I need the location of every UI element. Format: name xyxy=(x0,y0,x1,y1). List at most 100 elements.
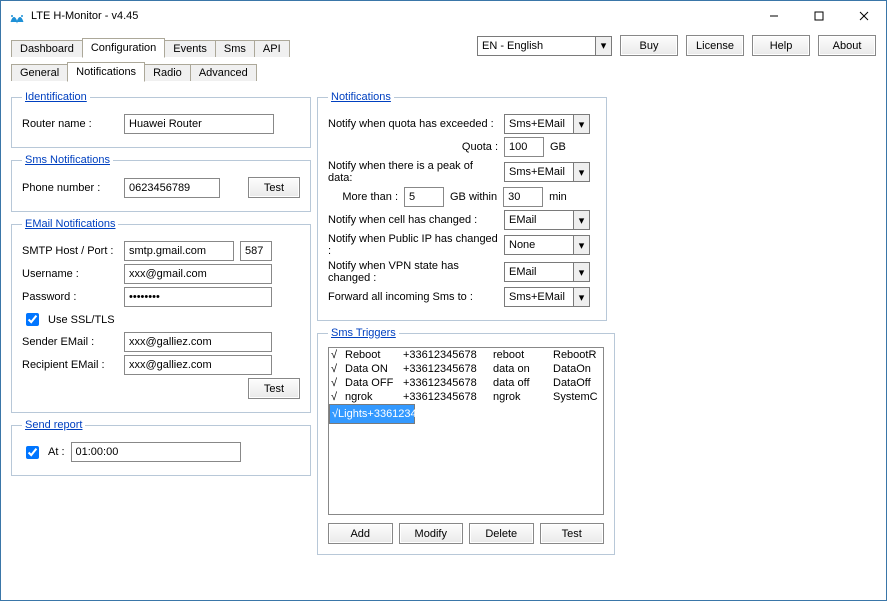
router-name-input[interactable] xyxy=(124,114,274,134)
chevron-down-icon: ▾ xyxy=(573,288,589,306)
report-time-input[interactable] xyxy=(71,442,241,462)
close-icon xyxy=(859,11,869,21)
chevron-down-icon: ▾ xyxy=(573,211,589,229)
cell-select[interactable]: EMail ▾ xyxy=(504,210,590,230)
about-button[interactable]: About xyxy=(818,35,876,56)
trigger-row[interactable]: √Lights+336123456781234HttpGet xyxy=(329,404,415,424)
recipient-label: Recipient EMail : xyxy=(22,359,118,371)
trigger-test-button[interactable]: Test xyxy=(540,523,605,544)
right-column: Notifications Notify when quota has exce… xyxy=(317,85,607,555)
smtp-port-input[interactable] xyxy=(240,241,272,261)
topbar: DashboardConfigurationEventsSmsAPI EN - … xyxy=(11,35,876,57)
at-label: At : xyxy=(48,446,65,458)
email-notifications-legend: EMail Notifications xyxy=(22,218,118,230)
more-than-unit: GB within xyxy=(450,191,497,203)
language-select[interactable]: EN - English ▾ xyxy=(477,36,612,56)
within-input[interactable] xyxy=(503,187,543,207)
vpn-select[interactable]: EMail ▾ xyxy=(504,262,590,282)
trigger-add-button[interactable]: Add xyxy=(328,523,393,544)
notifications-group: Notifications Notify when quota has exce… xyxy=(317,91,607,321)
maximize-icon xyxy=(814,11,824,21)
main-tab-events[interactable]: Events xyxy=(164,40,216,57)
sms-notifications-group: Sms Notifications Phone number : Test xyxy=(11,154,311,212)
language-value: EN - English xyxy=(482,40,543,52)
quota-unit: GB xyxy=(550,141,566,153)
triggers-list[interactable]: √Reboot+33612345678rebootRebootR√Data ON… xyxy=(328,347,604,515)
ip-label: Notify when Public IP has changed : xyxy=(328,233,498,257)
username-label: Username : xyxy=(22,268,118,280)
titlebar: LTE H-Monitor - v4.45 xyxy=(1,1,886,31)
password-input[interactable] xyxy=(124,287,272,307)
main-tab-configuration[interactable]: Configuration xyxy=(82,38,165,58)
phone-label: Phone number : xyxy=(22,182,118,194)
buy-button[interactable]: Buy xyxy=(620,35,678,56)
password-label: Password : xyxy=(22,291,118,303)
chevron-down-icon: ▾ xyxy=(573,263,589,281)
sub-tab-radio[interactable]: Radio xyxy=(144,64,191,81)
trigger-delete-button[interactable]: Delete xyxy=(469,523,534,544)
app-icon xyxy=(9,8,25,24)
trigger-row[interactable]: √Data OFF+33612345678data offDataOff xyxy=(329,376,603,390)
sub-tab-notifications[interactable]: Notifications xyxy=(67,62,145,82)
trigger-row[interactable]: √ngrok+33612345678ngrokSystemC xyxy=(329,390,603,404)
sub-tab-general[interactable]: General xyxy=(11,64,68,81)
phone-input[interactable] xyxy=(124,178,220,198)
trigger-row[interactable]: √Reboot+33612345678rebootRebootR xyxy=(329,348,603,362)
router-name-label: Router name : xyxy=(22,118,118,130)
main-tab-api[interactable]: API xyxy=(254,40,290,57)
fwd-label: Forward all incoming Sms to : xyxy=(328,291,498,303)
sender-input[interactable] xyxy=(124,332,272,352)
chevron-down-icon: ▾ xyxy=(573,163,589,181)
chevron-down-icon: ▾ xyxy=(573,115,589,133)
cell-label: Notify when cell has changed : xyxy=(328,214,498,226)
email-notifications-group: EMail Notifications SMTP Host / Port : U… xyxy=(11,218,311,413)
vpn-label: Notify when VPN state has changed : xyxy=(328,260,498,284)
trigger-row[interactable]: √Data ON+33612345678data onDataOn xyxy=(329,362,603,376)
help-button[interactable]: Help xyxy=(752,35,810,56)
quota-input[interactable] xyxy=(504,137,544,157)
ip-select[interactable]: None ▾ xyxy=(504,235,590,255)
close-button[interactable] xyxy=(841,1,886,31)
quota-label: Quota : xyxy=(378,141,498,153)
trigger-modify-button[interactable]: Modify xyxy=(399,523,464,544)
ssl-label: Use SSL/TLS xyxy=(48,314,115,326)
more-than-label: More than : xyxy=(328,191,398,203)
maximize-button[interactable] xyxy=(796,1,841,31)
left-column: Identification Router name : Sms Notific… xyxy=(11,85,311,555)
main-tab-sms[interactable]: Sms xyxy=(215,40,255,57)
peak-select[interactable]: Sms+EMail ▾ xyxy=(504,162,590,182)
sms-test-button[interactable]: Test xyxy=(248,177,300,198)
app-window: LTE H-Monitor - v4.45 DashboardConfigura… xyxy=(0,0,887,601)
peak-label: Notify when there is a peak of data: xyxy=(328,160,498,184)
fwd-select[interactable]: Sms+EMail ▾ xyxy=(504,287,590,307)
sub-tab-advanced[interactable]: Advanced xyxy=(190,64,257,81)
main-tab-dashboard[interactable]: Dashboard xyxy=(11,40,83,57)
topbar-right: EN - English ▾ Buy License Help About xyxy=(477,35,876,56)
recipient-input[interactable] xyxy=(124,355,272,375)
sms-triggers-group: Sms Triggers √Reboot+33612345678rebootRe… xyxy=(317,327,615,555)
send-report-legend: Send report xyxy=(22,419,85,431)
username-input[interactable] xyxy=(124,264,272,284)
sms-notifications-legend: Sms Notifications xyxy=(22,154,113,166)
subtabs-row: GeneralNotificationsRadioAdvanced xyxy=(11,59,876,81)
more-than-input[interactable] xyxy=(404,187,444,207)
smtp-host-label: SMTP Host / Port : xyxy=(22,245,118,257)
config-pane: Identification Router name : Sms Notific… xyxy=(11,85,876,555)
sms-triggers-legend: Sms Triggers xyxy=(328,327,399,339)
ssl-checkbox[interactable] xyxy=(26,313,39,326)
send-report-checkbox[interactable] xyxy=(26,446,39,459)
email-test-button[interactable]: Test xyxy=(248,378,300,399)
identification-group: Identification Router name : xyxy=(11,91,311,148)
content-area: DashboardConfigurationEventsSmsAPI EN - … xyxy=(1,31,886,600)
minimize-button[interactable] xyxy=(751,1,796,31)
window-title: LTE H-Monitor - v4.45 xyxy=(31,10,138,22)
quota-exceeded-select[interactable]: Sms+EMail ▾ xyxy=(504,114,590,134)
minimize-icon xyxy=(769,11,779,21)
window-controls xyxy=(751,1,886,31)
main-tabs: DashboardConfigurationEventsSmsAPI xyxy=(11,35,289,57)
smtp-host-input[interactable] xyxy=(124,241,234,261)
license-button[interactable]: License xyxy=(686,35,744,56)
send-report-group: Send report At : xyxy=(11,419,311,476)
chevron-down-icon: ▾ xyxy=(595,37,611,55)
quota-exceeded-label: Notify when quota has exceeded : xyxy=(328,118,498,130)
